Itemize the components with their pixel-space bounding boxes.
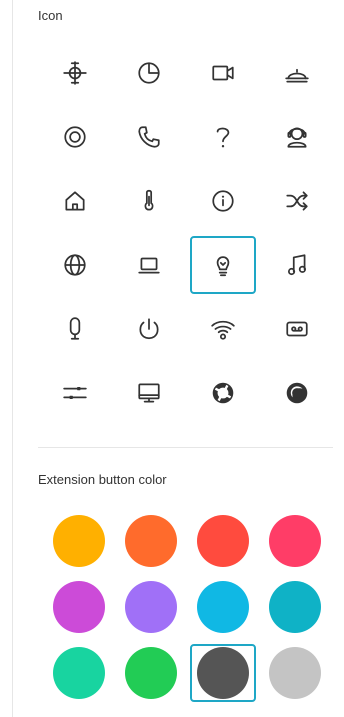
color-option[interactable] xyxy=(46,578,112,636)
globe-icon xyxy=(64,254,86,276)
brightness-icon xyxy=(63,61,87,85)
icon-option-target[interactable] xyxy=(42,108,108,166)
color-section-title: Extension button color xyxy=(38,472,167,487)
icon-option-helpdesk[interactable] xyxy=(264,108,330,166)
icon-option-monitor[interactable] xyxy=(116,364,182,422)
thermometer-icon xyxy=(144,189,154,211)
icon-grid xyxy=(42,44,330,428)
microphone-icon xyxy=(69,317,81,340)
color-option[interactable] xyxy=(190,644,256,702)
icon-option-brightness[interactable] xyxy=(42,44,108,102)
icon-option-wifi[interactable] xyxy=(190,300,256,358)
color-option[interactable] xyxy=(118,512,184,570)
music-note-icon xyxy=(288,254,306,276)
sliders-icon xyxy=(63,387,87,399)
icon-option-power[interactable] xyxy=(116,300,182,358)
color-swatch xyxy=(197,581,249,633)
icon-option-laptop[interactable] xyxy=(116,236,182,294)
color-swatch xyxy=(53,581,105,633)
icon-option-sliders[interactable] xyxy=(42,364,108,422)
color-swatch xyxy=(269,581,321,633)
pie-chart-icon xyxy=(138,62,160,84)
home-icon xyxy=(65,191,85,211)
color-option[interactable] xyxy=(118,644,184,702)
icon-option-thermometer[interactable] xyxy=(116,172,182,230)
target-icon xyxy=(64,126,86,148)
color-swatch xyxy=(53,515,105,567)
laptop-icon xyxy=(138,257,160,274)
helpdesk-icon xyxy=(287,127,307,148)
color-option[interactable] xyxy=(46,512,112,570)
icon-option-question[interactable] xyxy=(190,108,256,166)
color-swatch xyxy=(125,515,177,567)
color-option[interactable] xyxy=(46,644,112,702)
monitor-icon xyxy=(138,383,160,403)
icon-option-video-camera[interactable] xyxy=(190,44,256,102)
lifebuoy-icon xyxy=(212,382,234,404)
color-grid xyxy=(53,512,333,712)
icon-section-title: Icon xyxy=(38,8,63,23)
icon-option-pie-chart[interactable] xyxy=(116,44,182,102)
wifi-icon xyxy=(211,320,235,340)
icon-option-phone[interactable] xyxy=(116,108,182,166)
service-bell-icon xyxy=(285,68,309,83)
voicemail-icon xyxy=(286,321,308,337)
shuffle-icon xyxy=(286,191,308,211)
ring-icon xyxy=(286,382,308,404)
video-camera-icon xyxy=(212,65,234,81)
color-option[interactable] xyxy=(262,644,328,702)
lightbulb-icon xyxy=(216,256,230,277)
color-swatch xyxy=(197,515,249,567)
phone-icon xyxy=(138,126,160,148)
icon-option-info[interactable] xyxy=(190,172,256,230)
color-swatch xyxy=(197,647,249,699)
color-swatch xyxy=(125,647,177,699)
color-option[interactable] xyxy=(118,578,184,636)
color-swatch xyxy=(269,647,321,699)
icon-option-lifebuoy[interactable] xyxy=(190,364,256,422)
color-option[interactable] xyxy=(190,578,256,636)
icon-option-lightbulb[interactable] xyxy=(190,236,256,294)
section-divider xyxy=(38,447,333,448)
power-icon xyxy=(139,318,159,340)
color-option[interactable] xyxy=(190,512,256,570)
icon-option-home[interactable] xyxy=(42,172,108,230)
icon-option-shuffle[interactable] xyxy=(264,172,330,230)
icon-option-music-note[interactable] xyxy=(264,236,330,294)
icon-option-voicemail[interactable] xyxy=(264,300,330,358)
color-option[interactable] xyxy=(262,512,328,570)
info-icon xyxy=(212,190,234,212)
color-swatch xyxy=(53,647,105,699)
color-swatch xyxy=(269,515,321,567)
color-swatch xyxy=(125,581,177,633)
icon-option-ring[interactable] xyxy=(264,364,330,422)
panel: Icon Extension button color xyxy=(12,0,344,717)
icon-option-service-bell[interactable] xyxy=(264,44,330,102)
icon-option-microphone[interactable] xyxy=(42,300,108,358)
color-option[interactable] xyxy=(262,578,328,636)
icon-option-globe[interactable] xyxy=(42,236,108,294)
question-icon xyxy=(216,127,230,148)
